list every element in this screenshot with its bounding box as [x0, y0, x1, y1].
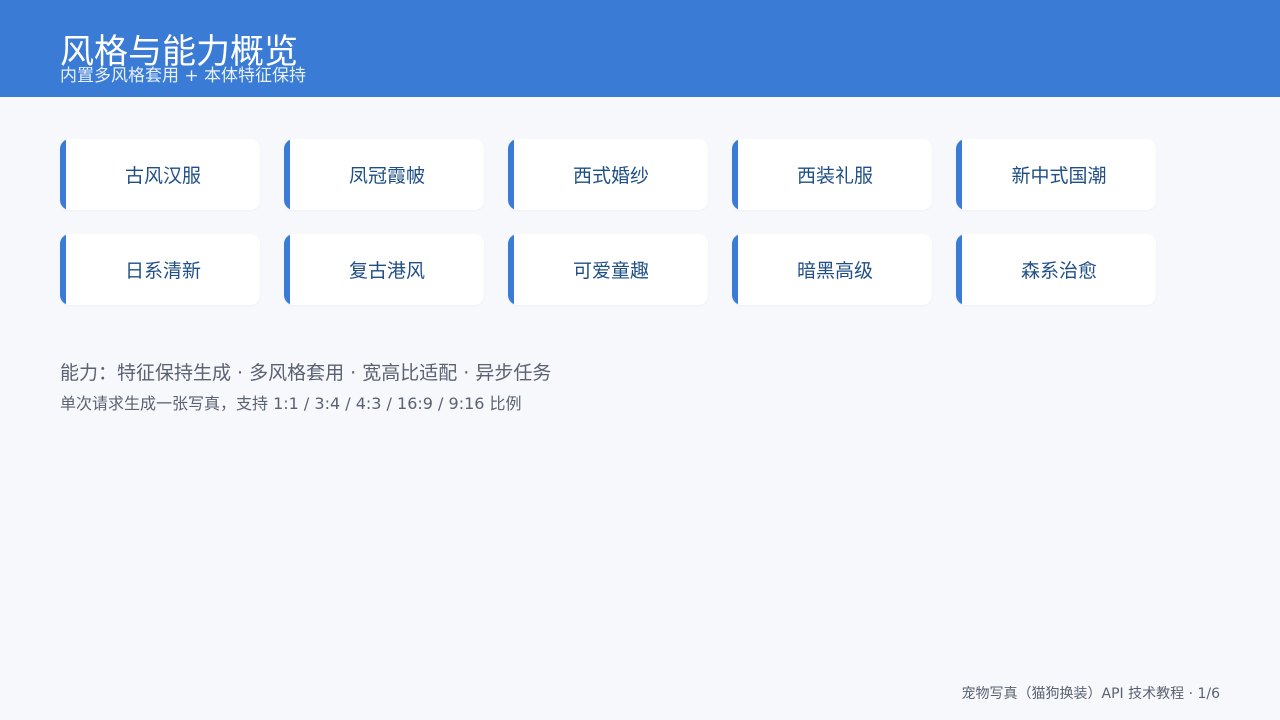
- style-card-label: 西装礼服: [796, 165, 873, 187]
- style-card-label: 新中式国潮: [1011, 165, 1107, 187]
- style-card-retro-hk[interactable]: 复古港风: [284, 234, 484, 305]
- card-accent-bar: [508, 139, 514, 210]
- style-card-label: 暗黑高级: [796, 260, 873, 282]
- card-accent-bar: [732, 234, 738, 305]
- page-subtitle: 内置多风格套用 + 本体特征保持: [60, 66, 307, 86]
- style-card-new-chinese[interactable]: 新中式国潮: [956, 139, 1156, 210]
- style-card-label: 可爱童趣: [572, 260, 649, 282]
- style-card-cute-kids[interactable]: 可爱童趣: [508, 234, 708, 305]
- card-accent-bar: [284, 234, 290, 305]
- style-card-dark-premium[interactable]: 暗黑高级: [732, 234, 932, 305]
- style-card-label: 复古港风: [348, 260, 425, 282]
- style-card-label: 凤冠霞帔: [348, 165, 425, 187]
- style-card-label: 日系清新: [124, 260, 201, 282]
- style-card-forest-healing[interactable]: 森系治愈: [956, 234, 1156, 305]
- footer-caption: 宠物写真（猫狗换装）API 技术教程 · 1/6: [961, 686, 1220, 702]
- style-card-western-wedding[interactable]: 西式婚纱: [508, 139, 708, 210]
- card-accent-bar: [956, 139, 962, 210]
- card-accent-bar: [508, 234, 514, 305]
- header-banner: 风格与能力概览 内置多风格套用 + 本体特征保持: [0, 0, 1280, 97]
- capabilities-line: 能力：特征保持生成 · 多风格套用 · 宽高比适配 · 异步任务: [60, 362, 552, 384]
- style-grid: 古风汉服 凤冠霞帔 西式婚纱 西装礼服 新中式国潮 日系清新 复古港风 可爱童趣…: [60, 139, 1160, 329]
- style-card-fengguan-xiapei[interactable]: 凤冠霞帔: [284, 139, 484, 210]
- style-card-label: 西式婚纱: [572, 165, 649, 187]
- slide: 风格与能力概览 内置多风格套用 + 本体特征保持 古风汉服 凤冠霞帔 西式婚纱 …: [0, 0, 1280, 720]
- card-accent-bar: [956, 234, 962, 305]
- style-card-japanese-fresh[interactable]: 日系清新: [60, 234, 260, 305]
- ratio-note: 单次请求生成一张写真，支持 1:1 / 3:4 / 4:3 / 16:9 / 9…: [60, 394, 522, 413]
- card-accent-bar: [732, 139, 738, 210]
- style-row-2: 日系清新 复古港风 可爱童趣 暗黑高级 森系治愈: [60, 234, 1160, 305]
- card-accent-bar: [284, 139, 290, 210]
- style-card-gufeng-hanfu[interactable]: 古风汉服: [60, 139, 260, 210]
- style-card-suit-formal[interactable]: 西装礼服: [732, 139, 932, 210]
- style-card-label: 森系治愈: [1020, 260, 1097, 282]
- style-card-label: 古风汉服: [124, 165, 201, 187]
- card-accent-bar: [60, 234, 66, 305]
- style-row-1: 古风汉服 凤冠霞帔 西式婚纱 西装礼服 新中式国潮: [60, 139, 1160, 210]
- card-accent-bar: [60, 139, 66, 210]
